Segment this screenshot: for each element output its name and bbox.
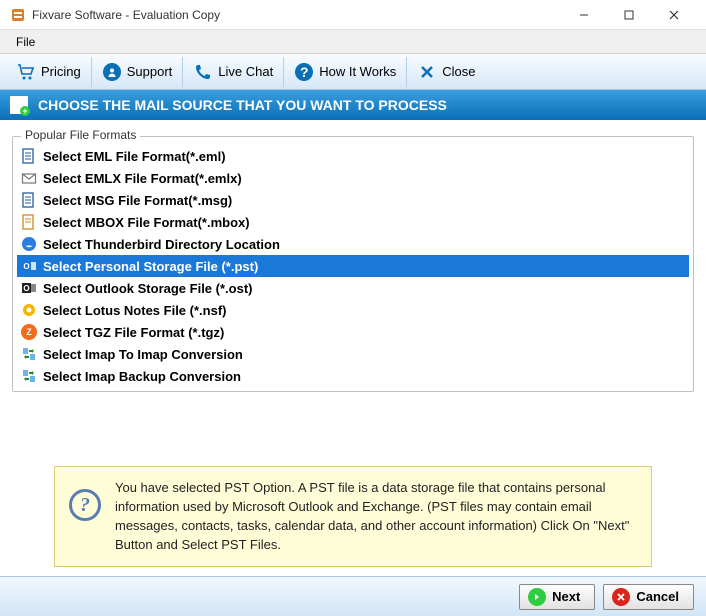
close-icon (417, 62, 437, 82)
list-item[interactable]: Select Thunderbird Directory Location (17, 233, 689, 255)
list-item-label: Select EML File Format(*.eml) (43, 149, 226, 164)
support-label: Support (127, 64, 173, 79)
list-item-label: Select Imap To Imap Conversion (43, 347, 243, 362)
support-icon (102, 62, 122, 82)
next-button[interactable]: Next (519, 584, 595, 610)
list-item-label: Select Thunderbird Directory Location (43, 237, 280, 252)
list-item-label: Select Lotus Notes File (*.nsf) (43, 303, 226, 318)
cancel-button[interactable]: Cancel (603, 584, 694, 610)
menubar: File (0, 30, 706, 54)
app-icon (10, 7, 26, 23)
outlook-pst-icon: O (21, 258, 37, 274)
close-window-button[interactable] (651, 0, 696, 30)
list-item-label: Select MSG File Format(*.msg) (43, 193, 232, 208)
list-item-label: Select EMLX File Format(*.emlx) (43, 171, 242, 186)
format-list: Select EML File Format(*.eml) Select EMLX… (17, 145, 689, 387)
live-chat-button[interactable]: Live Chat (183, 57, 284, 87)
list-item[interactable]: Select MBOX File Format(*.mbox) (17, 211, 689, 233)
list-item[interactable]: Select Imap Backup Conversion (17, 365, 689, 387)
info-box: ? You have selected PST Option. A PST fi… (54, 466, 652, 567)
thunderbird-icon (21, 236, 37, 252)
content-area: Popular File Formats Select EML File For… (0, 120, 706, 583)
support-button[interactable]: Support (92, 57, 184, 87)
file-eml-icon (21, 148, 37, 164)
list-item[interactable]: O Select Personal Storage File (*.pst) (17, 255, 689, 277)
minimize-button[interactable] (561, 0, 606, 30)
list-item[interactable]: Select EMLX File Format(*.emlx) (17, 167, 689, 189)
pricing-label: Pricing (41, 64, 81, 79)
group-title: Popular File Formats (21, 128, 140, 142)
maximize-button[interactable] (606, 0, 651, 30)
file-mbox-icon (21, 214, 37, 230)
list-item-label: Select Personal Storage File (*.pst) (43, 259, 258, 274)
lotus-notes-icon (21, 302, 37, 318)
titlebar: Fixvare Software - Evaluation Copy (0, 0, 706, 30)
question-icon: ? (294, 62, 314, 82)
svg-text:O: O (23, 262, 29, 271)
toolbar: Pricing Support Live Chat ? How It Works… (0, 54, 706, 90)
info-icon: ? (69, 489, 101, 521)
svg-text:O: O (23, 284, 29, 293)
list-item[interactable]: Z Select TGZ File Format (*.tgz) (17, 321, 689, 343)
list-item-label: Select MBOX File Format(*.mbox) (43, 215, 250, 230)
cancel-label: Cancel (636, 589, 679, 604)
close-label: Close (442, 64, 475, 79)
info-text: You have selected PST Option. A PST file… (115, 479, 637, 554)
header-banner: CHOOSE THE MAIL SOURCE THAT YOU WANT TO … (0, 90, 706, 120)
list-item[interactable]: O Select Outlook Storage File (*.ost) (17, 277, 689, 299)
file-emlx-icon (21, 170, 37, 186)
list-item[interactable]: Select Lotus Notes File (*.nsf) (17, 299, 689, 321)
list-item[interactable]: Select MSG File Format(*.msg) (17, 189, 689, 211)
how-it-works-button[interactable]: ? How It Works (284, 57, 407, 87)
list-item-label: Select TGZ File Format (*.tgz) (43, 325, 224, 340)
imap-sync-icon (21, 346, 37, 362)
phone-icon (193, 62, 213, 82)
close-button[interactable]: Close (407, 57, 485, 87)
menu-file[interactable]: File (8, 32, 43, 52)
live-chat-label: Live Chat (218, 64, 273, 79)
list-item-label: Select Imap Backup Conversion (43, 369, 241, 384)
list-item-label: Select Outlook Storage File (*.ost) (43, 281, 252, 296)
cart-icon (16, 62, 36, 82)
list-item[interactable]: Select EML File Format(*.eml) (17, 145, 689, 167)
window-title: Fixvare Software - Evaluation Copy (32, 8, 561, 22)
how-it-works-label: How It Works (319, 64, 396, 79)
banner-text: CHOOSE THE MAIL SOURCE THAT YOU WANT TO … (38, 97, 447, 113)
next-label: Next (552, 589, 580, 604)
file-formats-group: Popular File Formats Select EML File For… (12, 136, 694, 392)
list-item[interactable]: Select Imap To Imap Conversion (17, 343, 689, 365)
tgz-icon: Z (21, 324, 37, 340)
cancel-icon (612, 588, 630, 606)
imap-backup-icon (21, 368, 37, 384)
arrow-right-icon (528, 588, 546, 606)
pricing-button[interactable]: Pricing (6, 57, 92, 87)
document-plus-icon (10, 96, 28, 114)
bottom-bar: Next Cancel (0, 576, 706, 616)
outlook-ost-icon: O (21, 280, 37, 296)
file-msg-icon (21, 192, 37, 208)
